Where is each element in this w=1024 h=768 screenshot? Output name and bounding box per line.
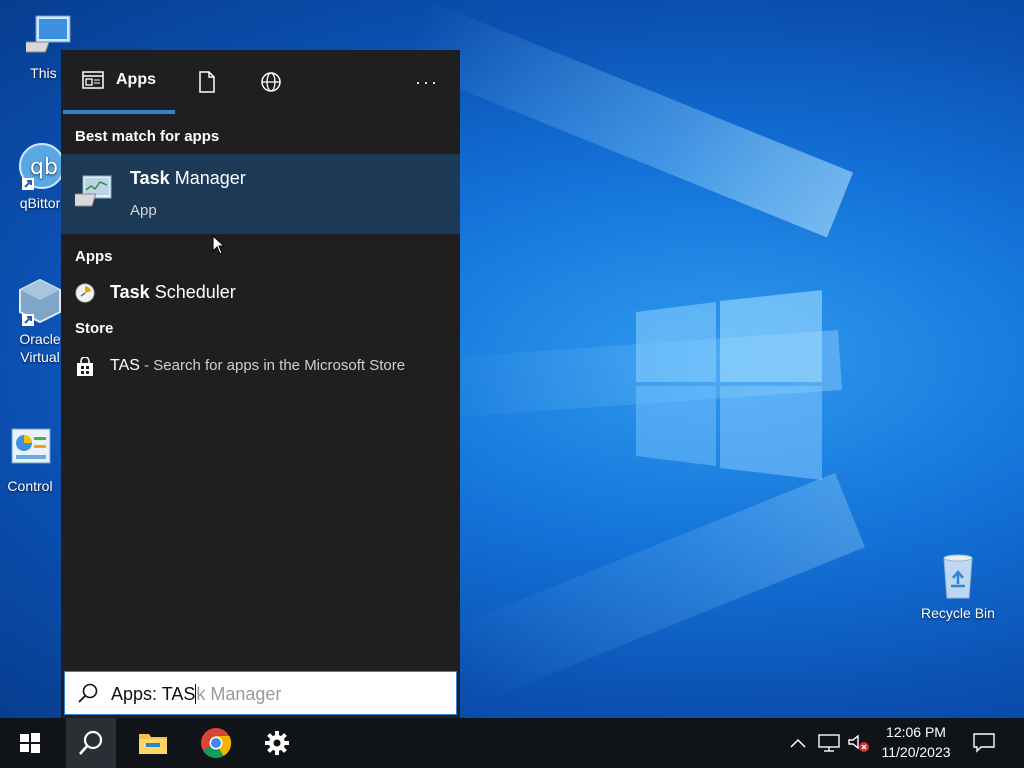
svg-text:qb: qb [30, 155, 58, 180]
search-input[interactable]: Apps: TASk Manager [64, 671, 457, 715]
match-bold: Task [130, 168, 170, 188]
best-match-header: Best match for apps [75, 128, 220, 145]
task-scheduler-icon [75, 283, 95, 303]
network-icon [818, 734, 840, 752]
apps-icon [82, 71, 104, 89]
match-rest: Scheduler [149, 282, 236, 302]
search-icon [78, 683, 98, 703]
store-query: TAS [110, 357, 140, 374]
desktop-icon-label: Recycle Bin [921, 605, 995, 621]
search-autocomplete-text: k Manager [196, 684, 282, 704]
file-explorer-button[interactable] [128, 718, 178, 768]
store-icon [75, 356, 95, 377]
mouse-cursor-icon [212, 235, 226, 255]
store-header: Store [75, 320, 114, 337]
globe-icon [261, 72, 281, 92]
qbittorrent-icon: qb [16, 142, 65, 190]
search-results-panel: Apps ··· Best match for apps Task Manage… [61, 50, 460, 668]
desktop-icon-recycle-bin[interactable]: Recycle Bin [918, 552, 998, 622]
settings-icon [265, 731, 289, 755]
match-rest: Manager [169, 168, 246, 188]
apps-header: Apps [75, 248, 113, 265]
search-box-container: Apps: TASk Manager [61, 668, 460, 718]
file-explorer-icon [139, 734, 167, 754]
result-name: Task Scheduler [110, 282, 236, 303]
chrome-icon [201, 728, 232, 759]
settings-button[interactable] [252, 718, 302, 768]
best-match-task-manager[interactable]: Task Manager App [61, 154, 460, 234]
search-tabs: Apps ··· [61, 50, 460, 114]
more-options-button[interactable]: ··· [407, 50, 447, 114]
desktop-icon-label: Control [7, 478, 53, 494]
tab-web[interactable] [251, 50, 291, 114]
action-center-button[interactable] [968, 718, 1000, 768]
tab-apps-label: Apps [116, 71, 156, 88]
desktop-icon-control-panel[interactable]: Control [0, 425, 70, 495]
search-button[interactable] [66, 718, 116, 768]
start-icon [20, 733, 40, 753]
network-button[interactable] [816, 718, 842, 768]
start-button[interactable] [5, 718, 55, 768]
light-beam [400, 0, 854, 238]
tab-documents[interactable] [187, 50, 227, 114]
taskbar: 12:06 PM 11/20/2023 [0, 718, 1024, 768]
task-manager-icon [65, 172, 113, 210]
tab-apps[interactable]: Apps [63, 50, 175, 114]
store-suffix: - Search for apps in the Microsoft Store [139, 357, 406, 374]
show-hidden-icons-button[interactable] [786, 718, 810, 768]
clock[interactable]: 12:06 PM 11/20/2023 [868, 722, 964, 762]
control-panel-icon [6, 425, 54, 473]
store-search-text: TAS - Search for apps in the Microsoft S… [110, 357, 405, 375]
clock-date: 11/20/2023 [881, 744, 951, 760]
recycle-bin-icon [934, 552, 982, 600]
result-type: App [130, 202, 157, 219]
result-task-scheduler[interactable]: Task Scheduler [61, 272, 460, 312]
windows-logo-wallpaper [636, 290, 822, 480]
virtualbox-icon [16, 278, 64, 326]
result-store-search[interactable]: TAS - Search for apps in the Microsoft S… [61, 346, 460, 386]
result-name: Task Manager [130, 168, 246, 189]
search-icon [79, 730, 103, 755]
chrome-button[interactable] [191, 718, 241, 768]
match-bold: Task [110, 282, 150, 302]
document-icon [199, 71, 215, 93]
chevron-up-icon [790, 738, 806, 748]
clock-time: 12:06 PM [886, 724, 946, 740]
search-text: Apps: TASk Manager [111, 684, 281, 705]
notification-icon [973, 733, 995, 753]
light-beam [445, 472, 865, 705]
search-typed-text: Apps: TAS [111, 684, 196, 704]
